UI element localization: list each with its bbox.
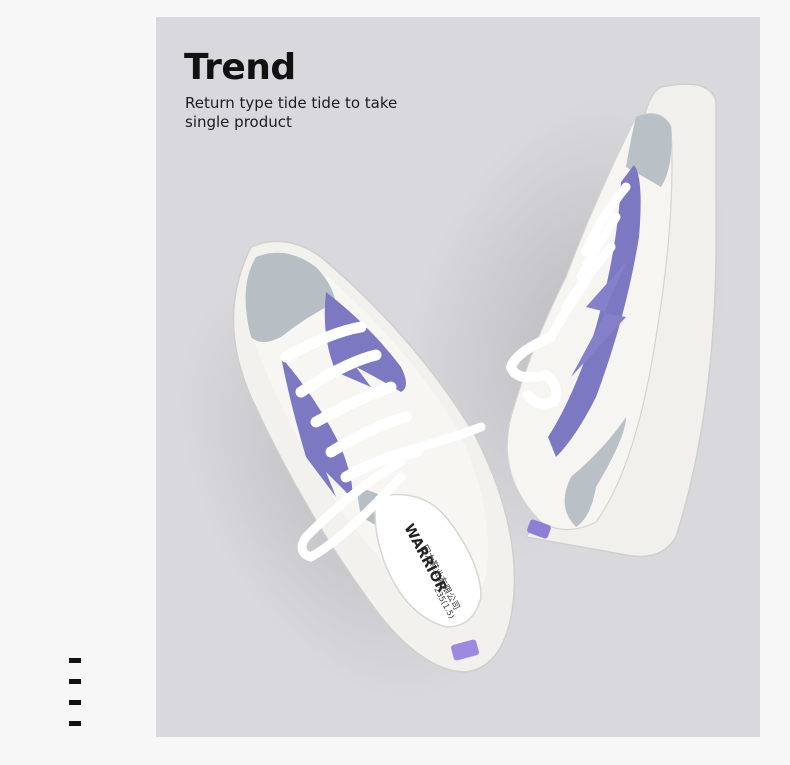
indicator-mark [69, 700, 81, 705]
indicator-mark [69, 679, 81, 684]
product-photo-panel: WARRIOR 回力鞋业有限公司 235(1.5) Trend Return t… [156, 17, 760, 737]
indicator-mark [69, 658, 81, 663]
indicator-mark [69, 721, 81, 726]
page-title: Trend [184, 47, 296, 88]
page-subtitle: Return type tide tide to take single pro… [185, 94, 398, 131]
page-indicator [69, 658, 81, 742]
